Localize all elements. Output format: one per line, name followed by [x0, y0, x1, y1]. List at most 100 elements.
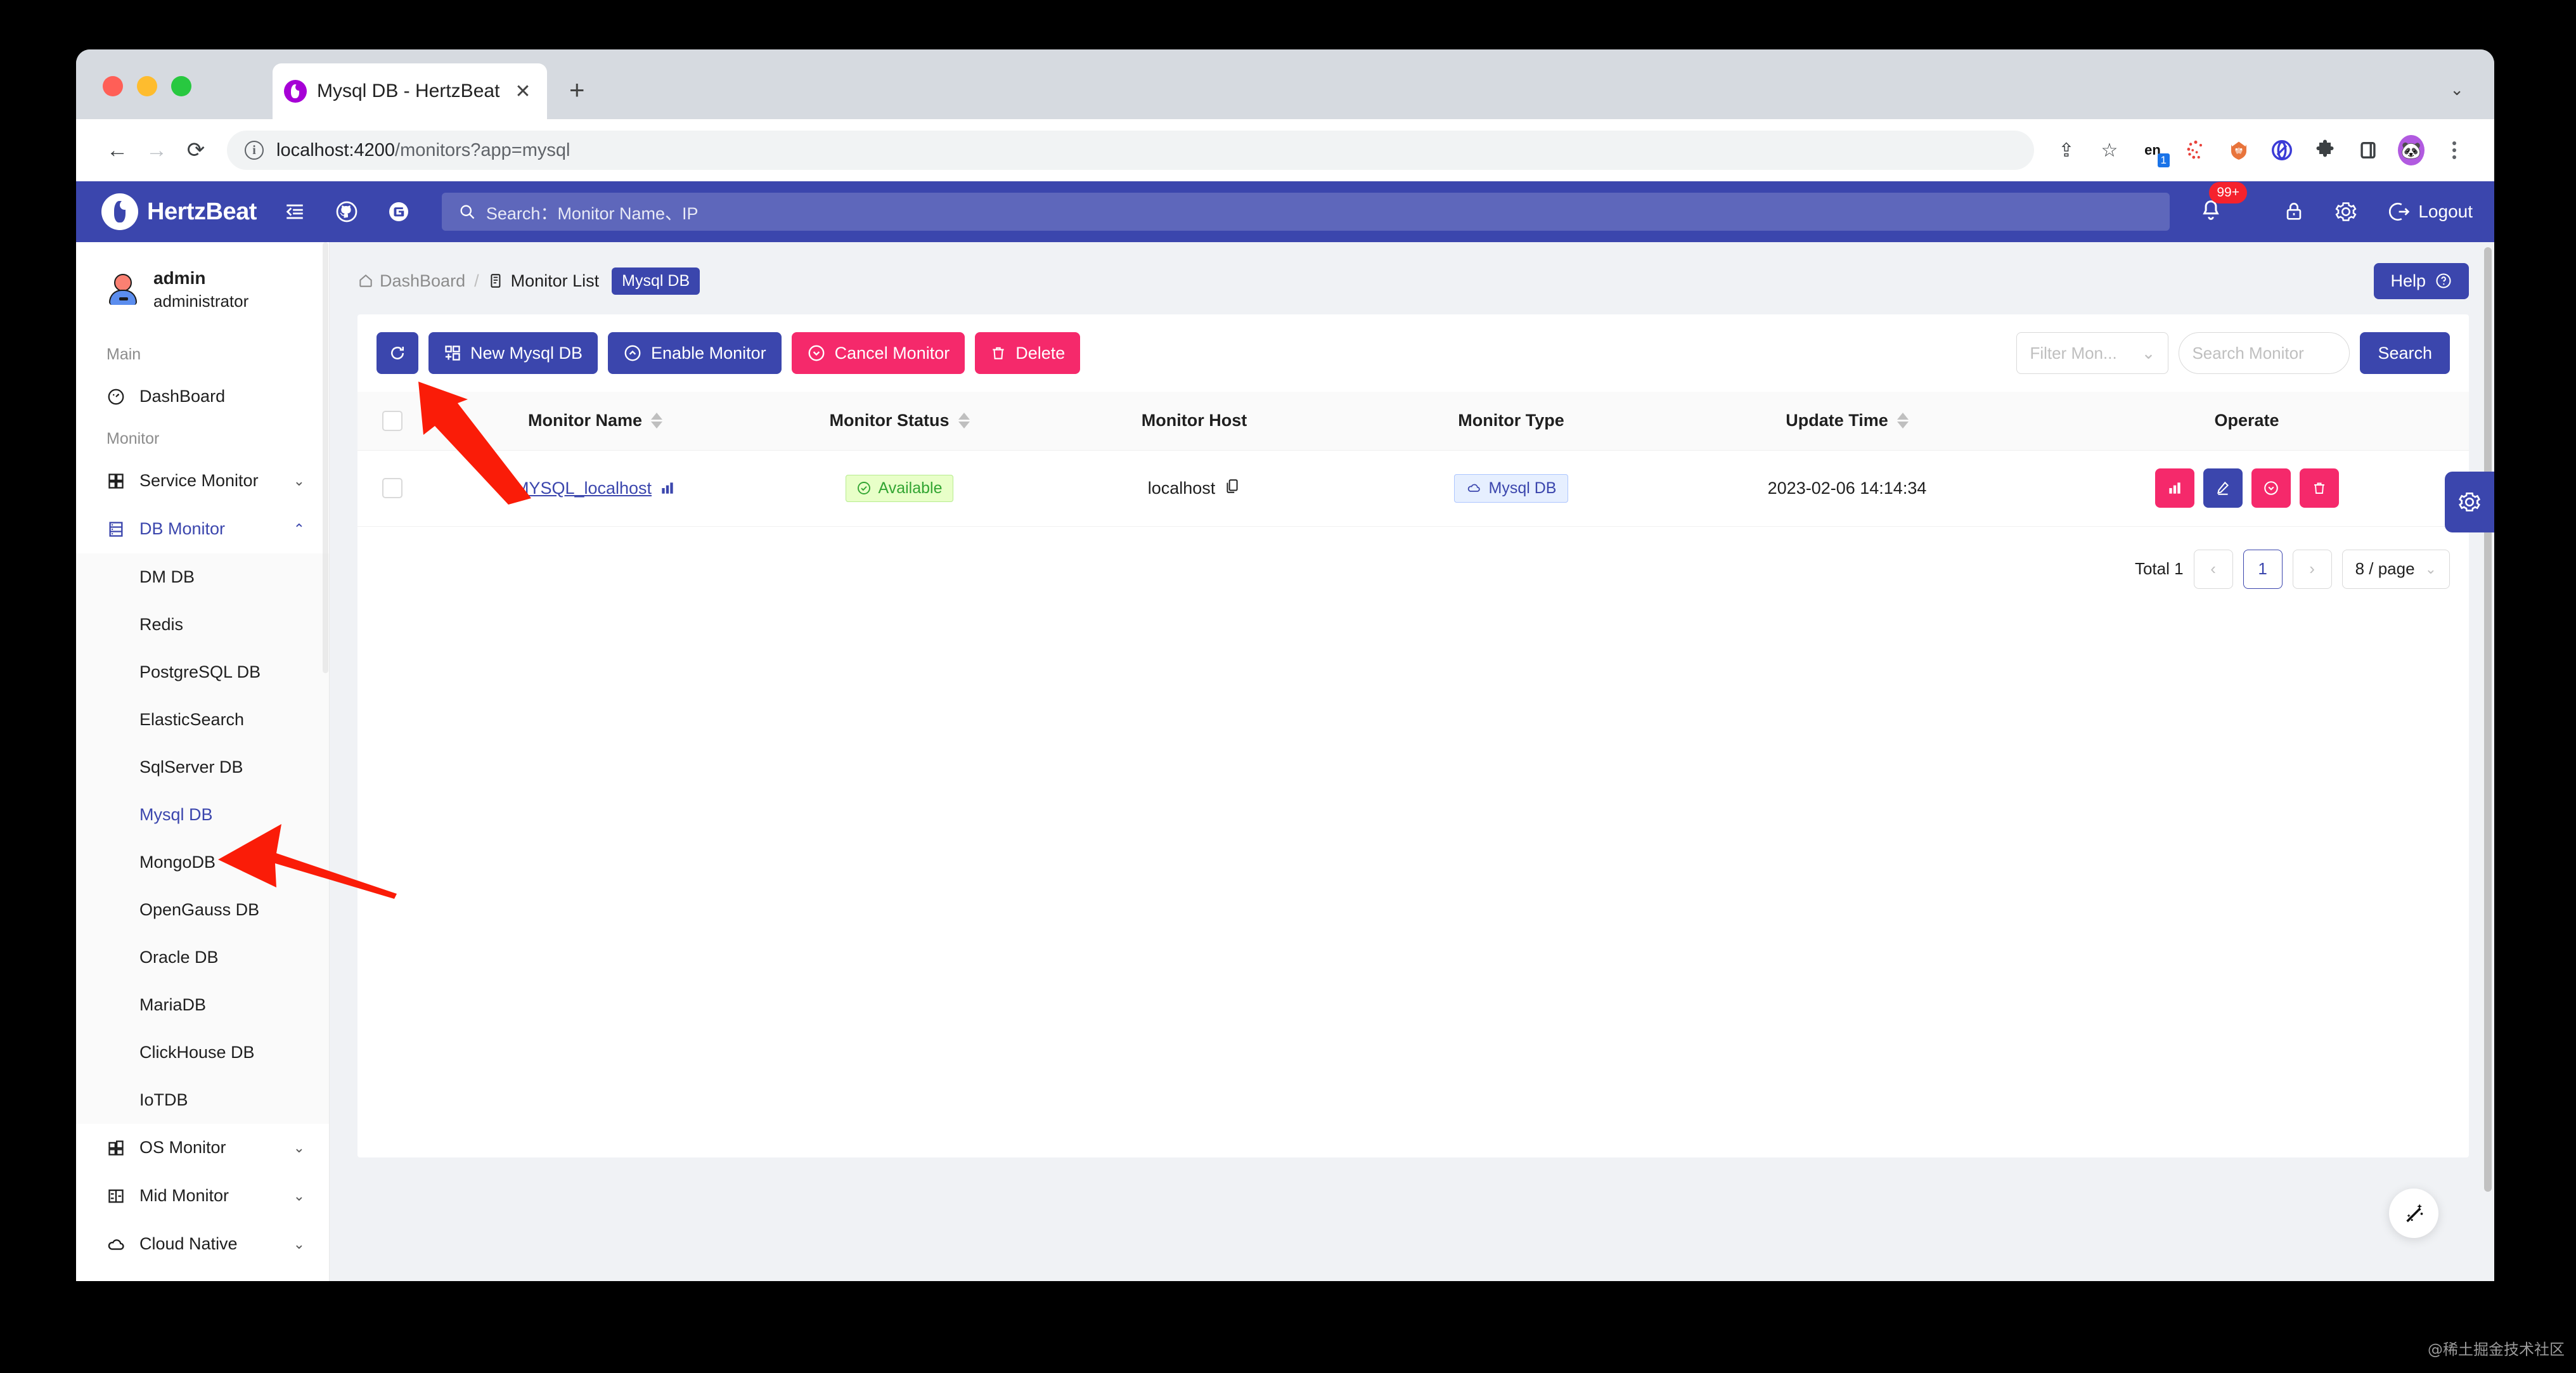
settings-side-tab[interactable] [2445, 472, 2494, 532]
sidebar-item-postgresql-db[interactable]: PostgreSQL DB [76, 648, 329, 696]
refresh-button[interactable] [377, 332, 418, 374]
sidebar-item-os-monitor[interactable]: OS Monitor ⌄ [76, 1124, 329, 1172]
filter-monitor-placeholder: Filter Mon... [2030, 344, 2116, 363]
app-header-actions: 99+ [2199, 198, 2473, 226]
delete-row-button[interactable] [2300, 468, 2339, 508]
sort-icon[interactable] [651, 413, 662, 429]
settings-gear-icon[interactable] [2332, 198, 2360, 226]
breadcrumb-monitor-list[interactable]: Monitor List [488, 271, 600, 291]
sidebar-item-label: Service Monitor [139, 471, 293, 491]
help-button[interactable]: Help [2374, 263, 2469, 299]
global-search-input[interactable]: Search：Monitor Name、IP [442, 193, 2170, 231]
new-tab-button[interactable]: + [569, 77, 585, 103]
filter-monitor-select[interactable]: Filter Mon... ⌄ [2016, 332, 2168, 374]
forward-button[interactable]: → [137, 131, 176, 170]
chevron-down-icon[interactable]: ⌄ [2450, 80, 2464, 100]
site-info-icon[interactable]: i [245, 141, 264, 160]
sidebar-item-mysql-db[interactable]: Mysql DB [76, 791, 329, 839]
pagination-page-1[interactable]: 1 [2243, 550, 2283, 589]
share-icon[interactable]: ⇪ [2048, 132, 2085, 169]
enable-icon [623, 344, 642, 363]
notifications-button[interactable]: 99+ [2199, 198, 2223, 226]
delete-button[interactable]: Delete [975, 332, 1080, 374]
breadcrumb-current-tag: Mysql DB [612, 268, 700, 295]
table-row[interactable]: MYSQL_localhost [357, 450, 2469, 526]
sidebar-item-label: Mid Monitor [139, 1186, 293, 1206]
maximize-window-button[interactable] [171, 76, 191, 96]
edit-button[interactable] [2203, 468, 2243, 508]
sort-icon[interactable] [958, 413, 970, 429]
lock-icon[interactable] [2280, 198, 2308, 226]
sort-icon[interactable] [1897, 413, 1909, 429]
column-monitor-type: Monitor Type [1353, 392, 1670, 450]
cancel-monitor-row-button[interactable] [2251, 468, 2291, 508]
side-panel-icon[interactable] [2350, 132, 2386, 169]
search-monitor-input[interactable]: Search Monitor [2179, 332, 2350, 374]
monitor-name-link[interactable]: MYSQL_localhost [515, 479, 676, 498]
select-all-checkbox[interactable] [382, 411, 402, 431]
sidebar-item-opengauss-db[interactable]: OpenGauss DB [76, 886, 329, 934]
address-bar[interactable]: i localhost:4200/monitors?app=mysql [227, 131, 2034, 170]
avatar [106, 273, 139, 306]
firefox-extension-icon[interactable] [2220, 132, 2257, 169]
sidebar-item-db-monitor[interactable]: DB Monitor ⌃ [76, 505, 329, 553]
cell-monitor-type: Mysql DB [1353, 450, 1670, 526]
bookmark-star-icon[interactable]: ☆ [2091, 132, 2128, 169]
column-monitor-name[interactable]: Monitor Name [427, 392, 763, 450]
close-window-button[interactable] [103, 76, 123, 96]
puzzle-extensions-icon[interactable] [2307, 132, 2343, 169]
view-chart-button[interactable] [2155, 468, 2194, 508]
sidebar-item-mariadb[interactable]: MariaDB [76, 981, 329, 1029]
sidebar-db-submenu: DM DB Redis PostgreSQL DB ElasticSearch … [76, 553, 329, 1124]
sidebar-item-dm-db[interactable]: DM DB [76, 553, 329, 601]
pagination-prev-button[interactable]: ‹ [2194, 550, 2233, 589]
sidebar-item-sqlserver-db[interactable]: SqlServer DB [76, 744, 329, 791]
column-monitor-status[interactable]: Monitor Status [763, 392, 1036, 450]
row-checkbox[interactable] [382, 478, 402, 498]
chevron-up-icon: ⌃ [293, 521, 305, 538]
sidebar-item-mongodb[interactable]: MongoDB [76, 839, 329, 886]
sidebar-item-dashboard[interactable]: DashBoard [76, 373, 329, 421]
sidebar-scrollbar[interactable] [323, 242, 328, 673]
sidebar-item-elasticsearch[interactable]: ElasticSearch [76, 696, 329, 744]
address-bar-url: localhost:4200/monitors?app=mysql [276, 140, 570, 161]
copy-icon[interactable] [1224, 478, 1240, 499]
page-scrollbar[interactable] [2484, 247, 2492, 1192]
sidebar-item-redis[interactable]: Redis [76, 601, 329, 648]
search-button[interactable]: Search [2360, 332, 2450, 374]
gitee-icon[interactable] [385, 198, 413, 226]
ime-extension-icon[interactable]: en 1 [2134, 132, 2171, 169]
sidebar-user-block[interactable]: admin administrator [76, 242, 329, 337]
sidebar-item-clickhouse-db[interactable]: ClickHouse DB [76, 1029, 329, 1076]
logout-button[interactable]: Logout [2389, 201, 2473, 222]
close-icon[interactable]: ✕ [510, 81, 536, 103]
breadcrumb-dashboard[interactable]: DashBoard [357, 271, 465, 291]
minimize-window-button[interactable] [137, 76, 157, 96]
github-icon[interactable] [333, 198, 361, 226]
sidebar-item-cloud-native[interactable]: Cloud Native ⌄ [76, 1220, 329, 1268]
cancel-monitor-button[interactable]: Cancel Monitor [792, 332, 965, 374]
page-size-select[interactable]: 8 / page ⌄ [2342, 550, 2450, 589]
column-operate: Operate [2025, 392, 2469, 450]
home-icon [357, 273, 374, 289]
sidebar-item-iotdb[interactable]: IoTDB [76, 1076, 329, 1124]
column-update-time[interactable]: Update Time [1670, 392, 2025, 450]
magic-wand-button[interactable] [2389, 1189, 2438, 1238]
sidebar-item-mid-monitor[interactable]: Mid Monitor ⌄ [76, 1172, 329, 1220]
menu-fold-icon[interactable] [281, 198, 309, 226]
sidebar-item-oracle-db[interactable]: Oracle DB [76, 934, 329, 981]
opera-extension-icon[interactable] [2264, 132, 2300, 169]
virus-extension-icon[interactable] [2177, 132, 2214, 169]
new-mysql-db-button[interactable]: New Mysql DB [428, 332, 598, 374]
sidebar-item-label: MariaDB [139, 995, 305, 1015]
trash-icon [990, 345, 1007, 361]
browser-menu-icon[interactable] [2436, 132, 2473, 169]
app-brand[interactable]: HertzBeat [101, 193, 257, 230]
profile-avatar-icon[interactable]: 🐼 [2393, 132, 2430, 169]
sidebar-item-service-monitor[interactable]: Service Monitor ⌄ [76, 457, 329, 505]
browser-tab[interactable]: Mysql DB - HertzBeat ✕ [273, 63, 547, 119]
reload-button[interactable]: ⟳ [176, 131, 216, 170]
pagination-next-button[interactable]: › [2293, 550, 2332, 589]
back-button[interactable]: ← [98, 131, 137, 170]
enable-monitor-button[interactable]: Enable Monitor [608, 332, 782, 374]
